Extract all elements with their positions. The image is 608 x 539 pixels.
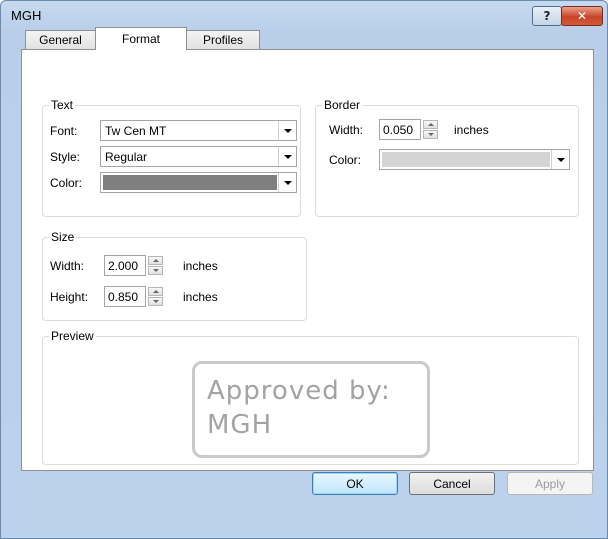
- border-group: Border Width: 0.050 inches Color:: [315, 98, 579, 217]
- size-height-field[interactable]: 0.850: [104, 286, 163, 307]
- help-icon: ?: [543, 9, 551, 23]
- spin-up-icon[interactable]: [148, 256, 163, 265]
- size-width-label: Width:: [50, 259, 85, 273]
- spin-down-icon[interactable]: [423, 130, 438, 139]
- tab-general-label: General: [39, 33, 82, 47]
- close-button[interactable]: ✕: [561, 6, 603, 26]
- border-width-value: 0.050: [383, 123, 414, 137]
- text-color-select[interactable]: [100, 172, 297, 193]
- style-select[interactable]: Regular: [100, 146, 297, 167]
- tab-format-label: Format: [121, 32, 160, 46]
- border-color-select[interactable]: [379, 149, 570, 170]
- cancel-button[interactable]: Cancel: [409, 472, 495, 495]
- stamp-preview: Approved by: MGH: [192, 361, 430, 458]
- size-width-value: 2.000: [108, 259, 139, 273]
- preview-group: Preview Approved by: MGH: [42, 329, 579, 465]
- stamp-line-1: Approved by:: [207, 376, 391, 406]
- size-width-spinner[interactable]: [148, 256, 163, 275]
- font-select[interactable]: Tw Cen MT: [100, 120, 297, 141]
- font-label: Font:: [50, 124, 78, 138]
- help-button[interactable]: ?: [532, 6, 562, 26]
- size-height-spinner[interactable]: [148, 287, 163, 306]
- spin-up-icon[interactable]: [423, 120, 438, 129]
- stamp-line-2: MGH: [207, 410, 273, 440]
- border-color-label: Color:: [329, 153, 362, 167]
- preview-group-title: Preview: [49, 329, 96, 343]
- size-width-field[interactable]: 2.000: [104, 255, 163, 276]
- text-color-swatch: [103, 175, 277, 190]
- border-width-field[interactable]: 0.050: [379, 119, 438, 140]
- close-icon: ✕: [576, 9, 588, 23]
- text-color-label: Color:: [50, 176, 83, 190]
- size-height-label: Height:: [50, 290, 89, 304]
- title-bar[interactable]: MGH ? ✕: [1, 1, 607, 31]
- spin-down-icon[interactable]: [148, 297, 163, 306]
- style-select-value: Regular: [105, 150, 148, 164]
- font-select-value: Tw Cen MT: [105, 124, 167, 138]
- tab-profiles-label: Profiles: [202, 33, 243, 47]
- size-group: Size Width: 2.000 inches Height: 0.850 i…: [42, 230, 307, 321]
- chevron-down-icon[interactable]: [551, 150, 569, 169]
- apply-button[interactable]: Apply: [507, 472, 593, 495]
- size-height-value: 0.850: [108, 290, 139, 304]
- size-group-title: Size: [49, 230, 77, 244]
- size-width-unit: inches: [183, 259, 218, 273]
- spin-down-icon[interactable]: [148, 266, 163, 275]
- stamp-preview-text: Approved by: MGH: [207, 374, 391, 442]
- chevron-down-icon[interactable]: [278, 173, 296, 192]
- border-width-label: Width:: [329, 123, 364, 137]
- tab-profiles[interactable]: Profiles: [186, 30, 260, 49]
- format-tab-panel: Text Font: Tw Cen MT Style: Regular Colo…: [21, 49, 594, 471]
- window-title: MGH: [11, 8, 42, 23]
- style-label: Style:: [50, 150, 81, 164]
- chevron-down-icon[interactable]: [278, 147, 296, 166]
- border-width-spinner[interactable]: [423, 120, 438, 139]
- border-group-title: Border: [322, 98, 363, 112]
- border-color-swatch: [382, 152, 550, 167]
- chevron-down-icon[interactable]: [278, 121, 296, 140]
- ok-button[interactable]: OK: [312, 472, 398, 495]
- text-group: Text Font: Tw Cen MT Style: Regular Colo…: [42, 98, 301, 217]
- tab-general[interactable]: General: [25, 30, 96, 49]
- size-height-unit: inches: [183, 290, 218, 304]
- spin-up-icon[interactable]: [148, 287, 163, 296]
- border-width-unit: inches: [454, 123, 489, 137]
- text-group-title: Text: [49, 98, 76, 112]
- tab-format[interactable]: Format: [95, 27, 187, 50]
